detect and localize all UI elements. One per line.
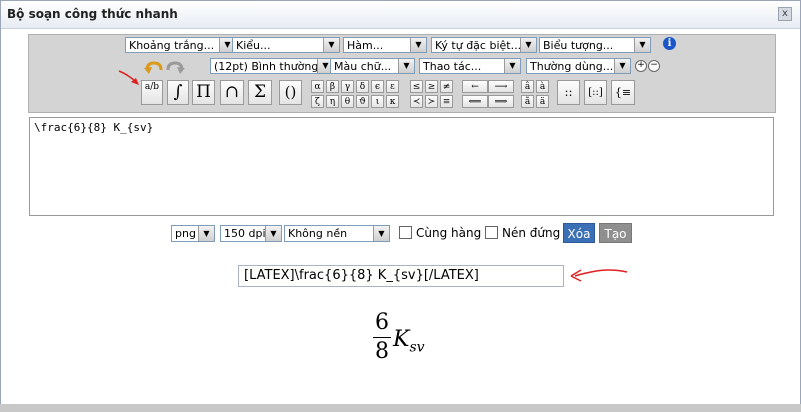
neq-button[interactable]: ≠ (440, 80, 453, 93)
intersection-button[interactable]: ∩ (220, 80, 244, 105)
fraction-bar (373, 337, 391, 338)
compress-label: Nén đứng (502, 226, 561, 240)
greek-delta-button[interactable]: δ (356, 80, 369, 93)
format-select[interactable]: png ▼ (171, 225, 215, 242)
cases-button[interactable]: {≡ (611, 80, 635, 105)
same-line-checkbox[interactable] (399, 226, 412, 239)
close-icon[interactable]: x (778, 7, 792, 21)
undo-icon[interactable] (143, 60, 163, 76)
equiv-button[interactable]: ≡ (440, 95, 453, 108)
dropdown-special-chars[interactable]: Ký tự đặc biệt... ▼ (431, 37, 537, 53)
info-icon[interactable]: i (663, 37, 676, 50)
zoom-in-icon[interactable]: + (635, 60, 647, 72)
annotation-arrow-icon (118, 70, 139, 85)
preview-base: K (393, 327, 410, 352)
parentheses-button[interactable]: () (279, 80, 302, 105)
greek-epsilon-button[interactable]: ϵ (371, 80, 384, 93)
chevron-down-icon: ▼ (373, 226, 389, 241)
preview-variable: Ksv (393, 327, 425, 355)
dropdown-symbols[interactable]: Biểu tượng... ▼ (539, 37, 651, 53)
double-right-arrow-button[interactable]: ⟹ (488, 95, 514, 108)
left-arrow-button[interactable]: ← (462, 80, 488, 93)
hat-accent-button[interactable]: â (521, 80, 534, 93)
prec-button[interactable]: ≺ (410, 95, 423, 108)
matrix-plain-button[interactable]: :: (557, 80, 580, 105)
chevron-down-icon: ▼ (323, 38, 339, 52)
geq-button[interactable]: ≥ (425, 80, 438, 93)
dropdown-style[interactable]: Kiểu... ▼ (232, 37, 340, 53)
dropdown-color[interactable]: Màu chữ... ▼ (330, 58, 415, 74)
zoom-out-icon[interactable]: − (648, 60, 660, 72)
background-select[interactable]: Không nền ▼ (284, 225, 390, 242)
preview-denominator: 8 (375, 339, 389, 364)
preview-fraction: 6 8 (373, 312, 391, 363)
preview-subscript: sv (409, 339, 425, 356)
greek-eta-button[interactable]: η (326, 95, 339, 108)
annotation-arrow-icon (570, 269, 628, 282)
greek-zeta-button[interactable]: ζ (311, 95, 324, 108)
dropdown-font-size[interactable]: (12pt) Bình thường ▼ (210, 58, 334, 74)
succ-button[interactable]: ≻ (425, 95, 438, 108)
greek-beta-button[interactable]: β (326, 80, 339, 93)
dropdown-functions[interactable]: Hàm... ▼ (343, 37, 427, 53)
greek-alpha-button[interactable]: α (311, 80, 324, 93)
fraction-button[interactable]: a/b (141, 80, 163, 105)
chevron-down-icon: ▼ (634, 38, 650, 52)
product-button[interactable]: Π (192, 80, 215, 105)
dropdown-operations[interactable]: Thao tác... ▼ (419, 58, 521, 74)
ddot-accent-button[interactable]: ä (536, 95, 549, 108)
greek-theta-button[interactable]: θ (341, 95, 354, 108)
greek-vartheta-button[interactable]: ϑ (356, 95, 369, 108)
chevron-down-icon: ▼ (614, 59, 630, 73)
greek-gamma-button[interactable]: γ (341, 80, 354, 93)
dropdown-common[interactable]: Thường dùng... ▼ (526, 58, 631, 74)
tilde-accent-button[interactable]: ã (521, 95, 534, 108)
latex-input-text[interactable]: \frac{6}{8} K_{sv} (34, 121, 153, 134)
dropdown-spacing[interactable]: Khoảng trắng... ▼ (125, 37, 236, 53)
redo-icon[interactable] (166, 60, 186, 76)
greek-varepsilon-button[interactable]: ε (386, 80, 399, 93)
chevron-down-icon: ▼ (198, 226, 214, 241)
create-button[interactable]: Tạo (599, 223, 632, 243)
grave-accent-button[interactable]: à (536, 80, 549, 93)
dialog-title: Bộ soạn công thức nhanh (7, 7, 178, 21)
sum-button[interactable]: Σ (248, 80, 272, 105)
preview-numerator: 6 (375, 310, 389, 335)
latex-editor[interactable]: \frac{6}{8} K_{sv} (29, 117, 774, 216)
formula-editor-dialog: Bộ soạn công thức nhanh x Khoảng trắng..… (0, 0, 801, 412)
chevron-down-icon: ▼ (410, 38, 426, 52)
chevron-down-icon: ▼ (398, 59, 414, 73)
matrix-bracket-button[interactable]: [::] (584, 80, 607, 105)
same-line-label: Cùng hàng (416, 226, 482, 240)
latex-output-field[interactable]: [LATEX]\frac{6}{8} K_{sv}[/LATEX] (238, 265, 564, 287)
integral-button[interactable]: ∫ (167, 80, 189, 105)
chevron-down-icon: ▼ (265, 226, 281, 241)
dialog-titlebar: Bộ soạn công thức nhanh x (1, 1, 800, 29)
chevron-down-icon: ▼ (504, 59, 520, 73)
greek-kappa-button[interactable]: κ (386, 95, 399, 108)
background-strip (0, 404, 801, 412)
leq-button[interactable]: ≤ (410, 80, 423, 93)
long-right-arrow-button[interactable]: ⟶ (488, 80, 514, 93)
dpi-select[interactable]: 150 dpi ▼ (220, 225, 282, 242)
chevron-down-icon: ▼ (520, 38, 536, 52)
greek-iota-button[interactable]: ι (371, 95, 384, 108)
clear-button[interactable]: Xóa (563, 223, 595, 243)
double-left-arrow-button[interactable]: ⟸ (462, 95, 488, 108)
compress-checkbox[interactable] (485, 226, 498, 239)
